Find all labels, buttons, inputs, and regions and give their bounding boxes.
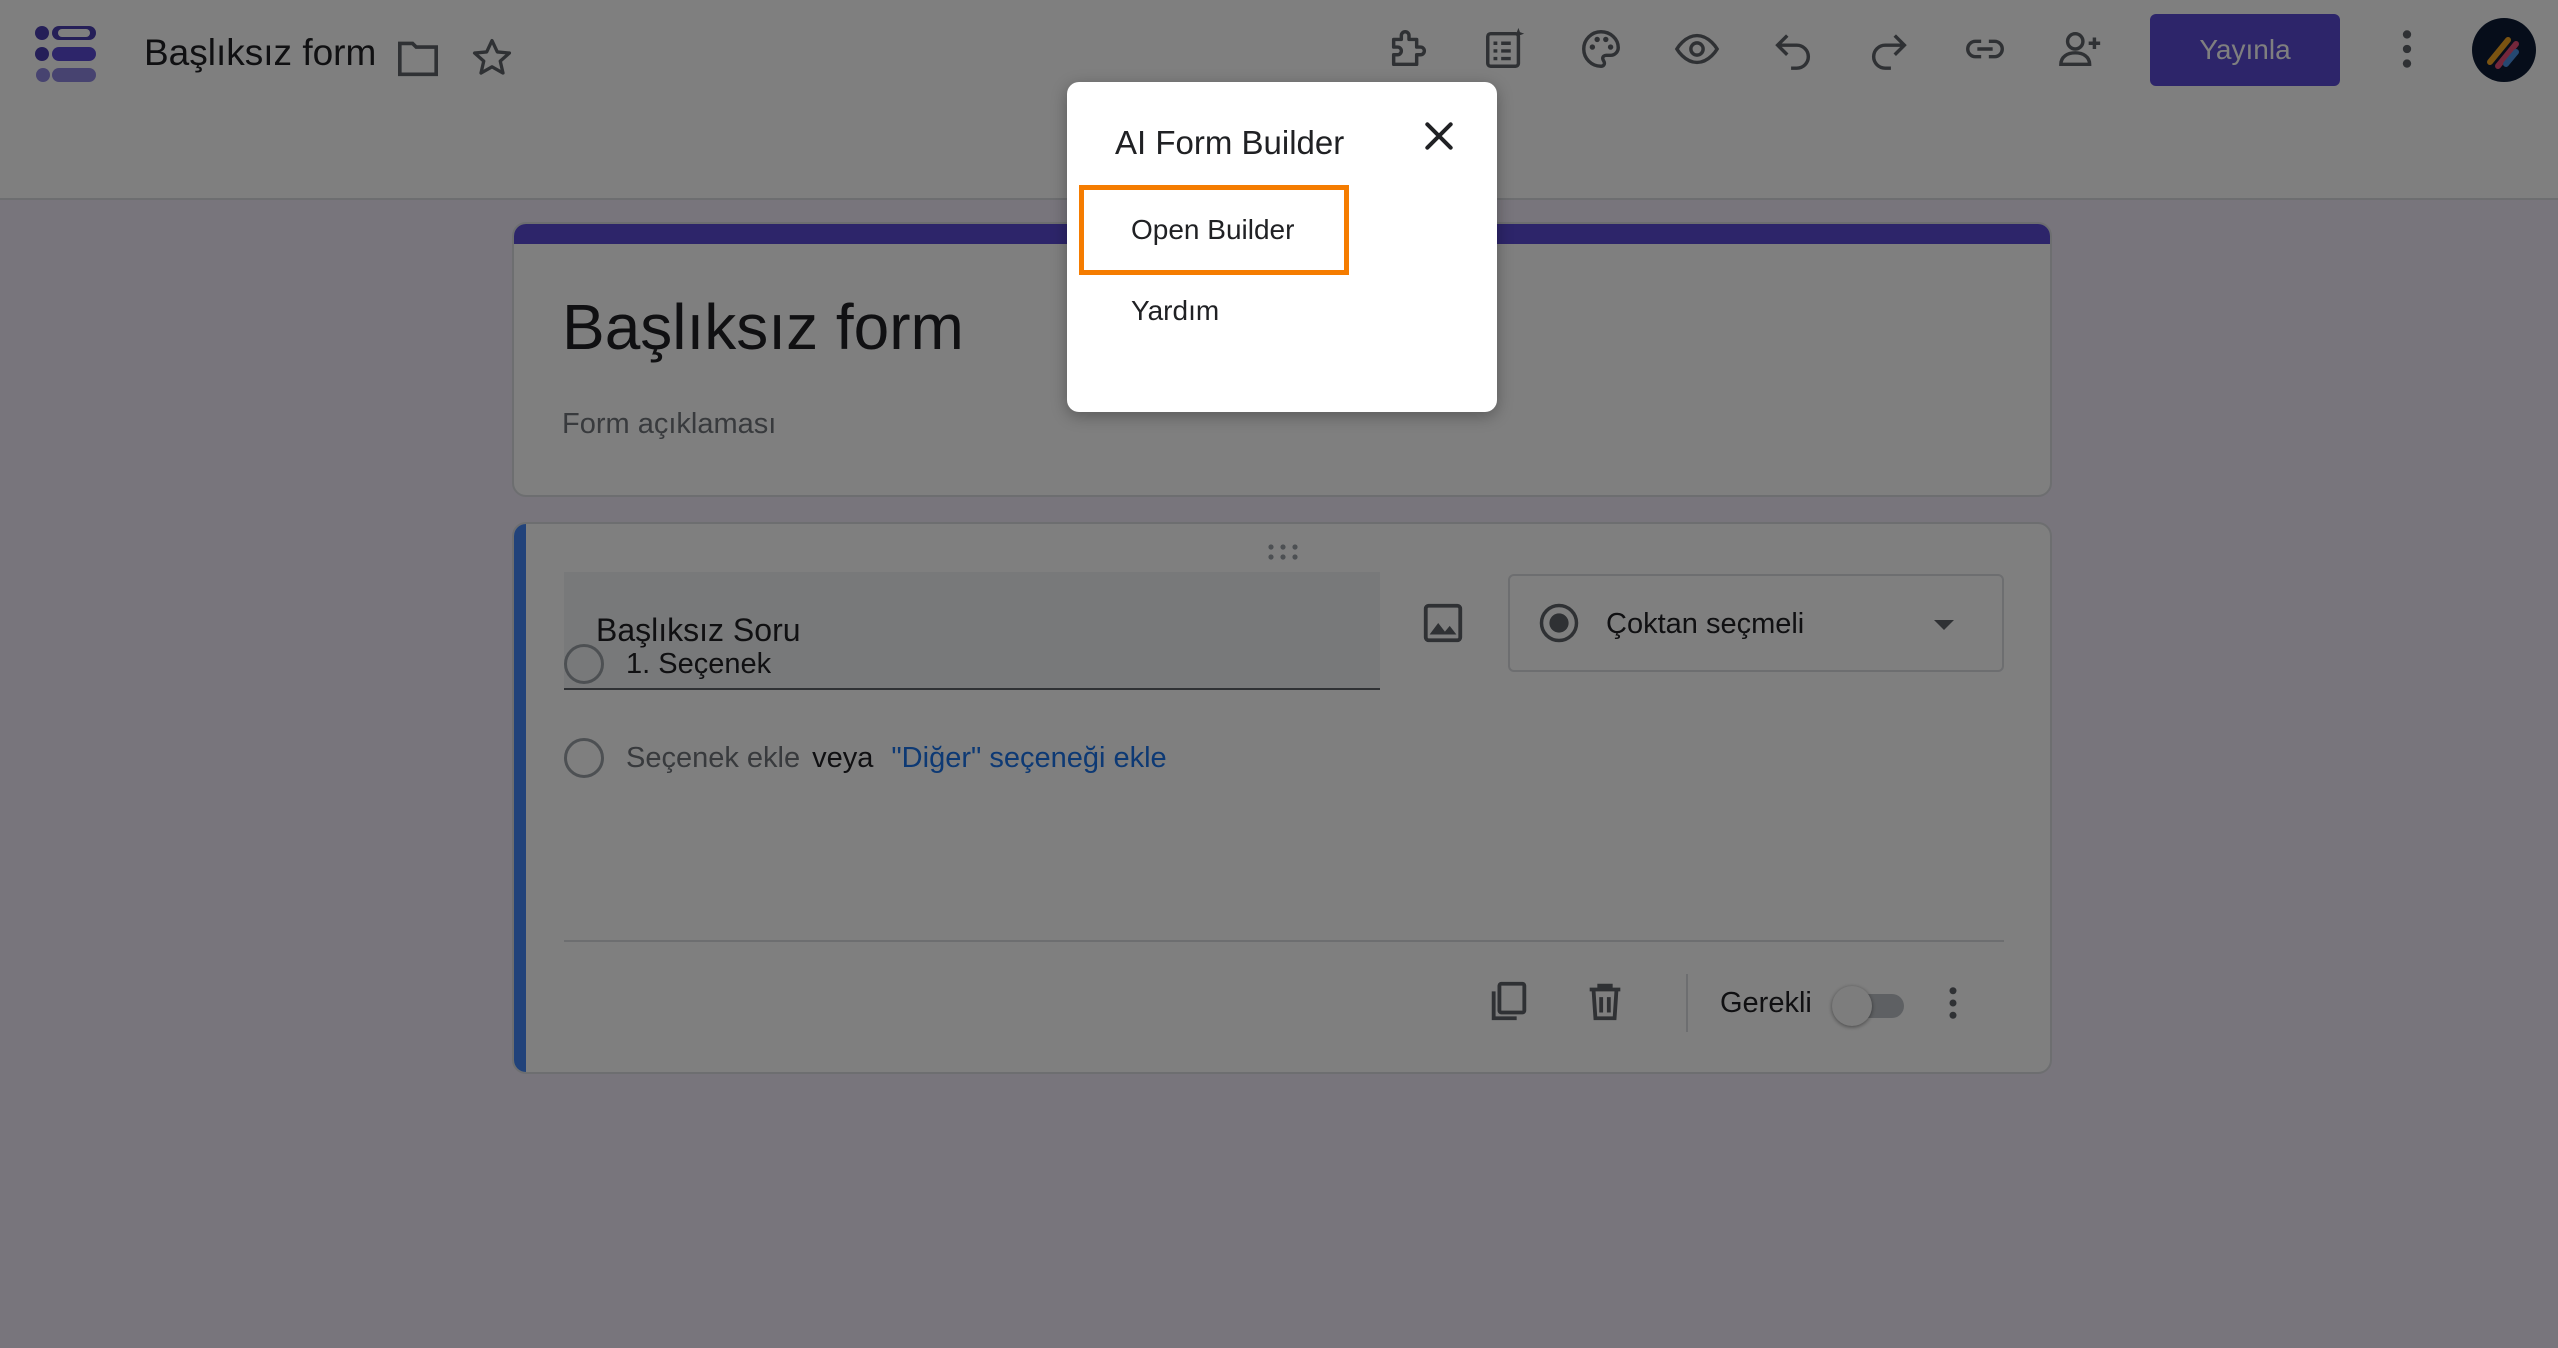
help-menu-item[interactable]: Yardım <box>1079 266 1349 356</box>
open-builder-menu-item[interactable]: Open Builder <box>1079 185 1349 275</box>
popup-title: AI Form Builder <box>1115 124 1345 161</box>
close-icon[interactable] <box>1419 116 1459 156</box>
ai-form-builder-popup: AI Form Builder Open Builder Yardım <box>1067 82 1497 412</box>
